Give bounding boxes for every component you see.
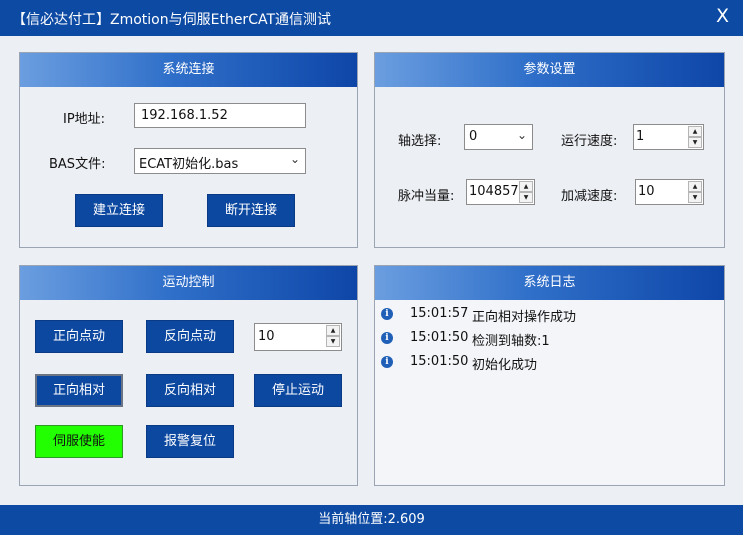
title-bar: 【信必达付工】Zmotion与伺服EtherCAT通信测试 X [0, 0, 743, 36]
speed-spin-buttons: ▲ ▼ [688, 126, 702, 148]
accel-spinner[interactable]: 10 ▲ ▼ [635, 179, 704, 205]
servo-enable-button[interactable]: 伺服使能 [35, 425, 123, 458]
bas-file-select[interactable]: ECAT初始化.bas ⌄ [134, 148, 306, 174]
axis-select[interactable]: 0 ⌄ [464, 124, 533, 150]
accel-value: 10 [638, 184, 655, 199]
alarm-reset-button[interactable]: 报警复位 [146, 425, 234, 458]
close-button[interactable]: X [716, 5, 729, 27]
log-message: 正向相对操作成功 [472, 310, 577, 325]
connection-panel-header: 系统连接 [20, 53, 357, 87]
bas-file-value: ECAT初始化.bas [139, 157, 239, 172]
ip-label: IP地址: [63, 112, 106, 127]
speed-value: 1 [636, 129, 645, 144]
motion-panel: 运动控制 正向点动 反向点动 10 ▲ ▼ 正向相对 反向相对 停止运动 伺服使… [19, 265, 358, 486]
distance-spin-buttons: ▲ ▼ [326, 325, 340, 347]
bas-file-label: BAS文件: [49, 157, 106, 172]
info-icon: i [381, 356, 393, 368]
info-icon: i [381, 332, 393, 344]
info-icon: i [381, 308, 393, 320]
log-time: 15:01:50 [410, 330, 469, 345]
relative-forward-button[interactable]: 正向相对 [35, 374, 123, 407]
status-bar: 当前轴位置:2.609 [0, 505, 743, 535]
spin-down-icon[interactable]: ▼ [688, 192, 702, 203]
connect-button[interactable]: 建立连接 [75, 194, 163, 227]
distance-spinner[interactable]: 10 ▲ ▼ [254, 323, 342, 351]
spin-up-icon[interactable]: ▲ [688, 181, 702, 192]
log-time: 15:01:50 [410, 354, 469, 369]
log-message: 初始化成功 [472, 358, 538, 373]
chevron-down-icon: ⌄ [289, 152, 300, 166]
axis-label: 轴选择: [398, 134, 442, 149]
pulse-spin-buttons: ▲ ▼ [519, 181, 533, 203]
chevron-down-icon: ⌄ [516, 128, 527, 142]
spin-up-icon[interactable]: ▲ [519, 181, 533, 192]
window-title: 【信必达付工】Zmotion与伺服EtherCAT通信测试 [12, 12, 332, 28]
accel-label: 加减速度: [561, 189, 618, 204]
axis-position-text: 当前轴位置:2.609 [318, 512, 425, 527]
spin-down-icon[interactable]: ▼ [519, 192, 533, 203]
log-message: 检测到轴数:1 [472, 334, 550, 349]
pulse-value: 104857 [469, 184, 519, 199]
speed-spinner[interactable]: 1 ▲ ▼ [633, 124, 704, 150]
speed-label: 运行速度: [561, 134, 618, 149]
spin-down-icon[interactable]: ▼ [326, 336, 340, 347]
pulse-label: 脉冲当量: [398, 189, 455, 204]
jog-reverse-button[interactable]: 反向点动 [146, 320, 234, 353]
distance-value: 10 [258, 329, 275, 344]
jog-forward-button[interactable]: 正向点动 [35, 320, 123, 353]
params-panel: 参数设置 轴选择: 0 ⌄ 运行速度: 1 ▲ ▼ 脉冲当量: 104857 ▲… [374, 52, 725, 248]
disconnect-button[interactable]: 断开连接 [207, 194, 295, 227]
pulse-spinner[interactable]: 104857 ▲ ▼ [466, 179, 535, 205]
axis-value: 0 [469, 129, 478, 144]
log-time: 15:01:57 [410, 306, 469, 321]
stop-motion-button[interactable]: 停止运动 [254, 374, 342, 407]
spin-up-icon[interactable]: ▲ [326, 325, 340, 336]
spin-down-icon[interactable]: ▼ [688, 137, 702, 148]
log-panel-header: 系统日志 [375, 266, 724, 300]
motion-panel-header: 运动控制 [20, 266, 357, 300]
spin-up-icon[interactable]: ▲ [688, 126, 702, 137]
accel-spin-buttons: ▲ ▼ [688, 181, 702, 203]
relative-reverse-button[interactable]: 反向相对 [146, 374, 234, 407]
params-panel-header: 参数设置 [375, 53, 724, 87]
log-panel: 系统日志 i 15:01:57 正向相对操作成功 i 15:01:50 检测到轴… [374, 265, 725, 486]
ip-address-input[interactable]: 192.168.1.52 [134, 103, 306, 128]
log-list[interactable]: i 15:01:57 正向相对操作成功 i 15:01:50 检测到轴数:1 i… [375, 300, 724, 485]
connection-panel: 系统连接 IP地址: 192.168.1.52 BAS文件: ECAT初始化.b… [19, 52, 358, 248]
